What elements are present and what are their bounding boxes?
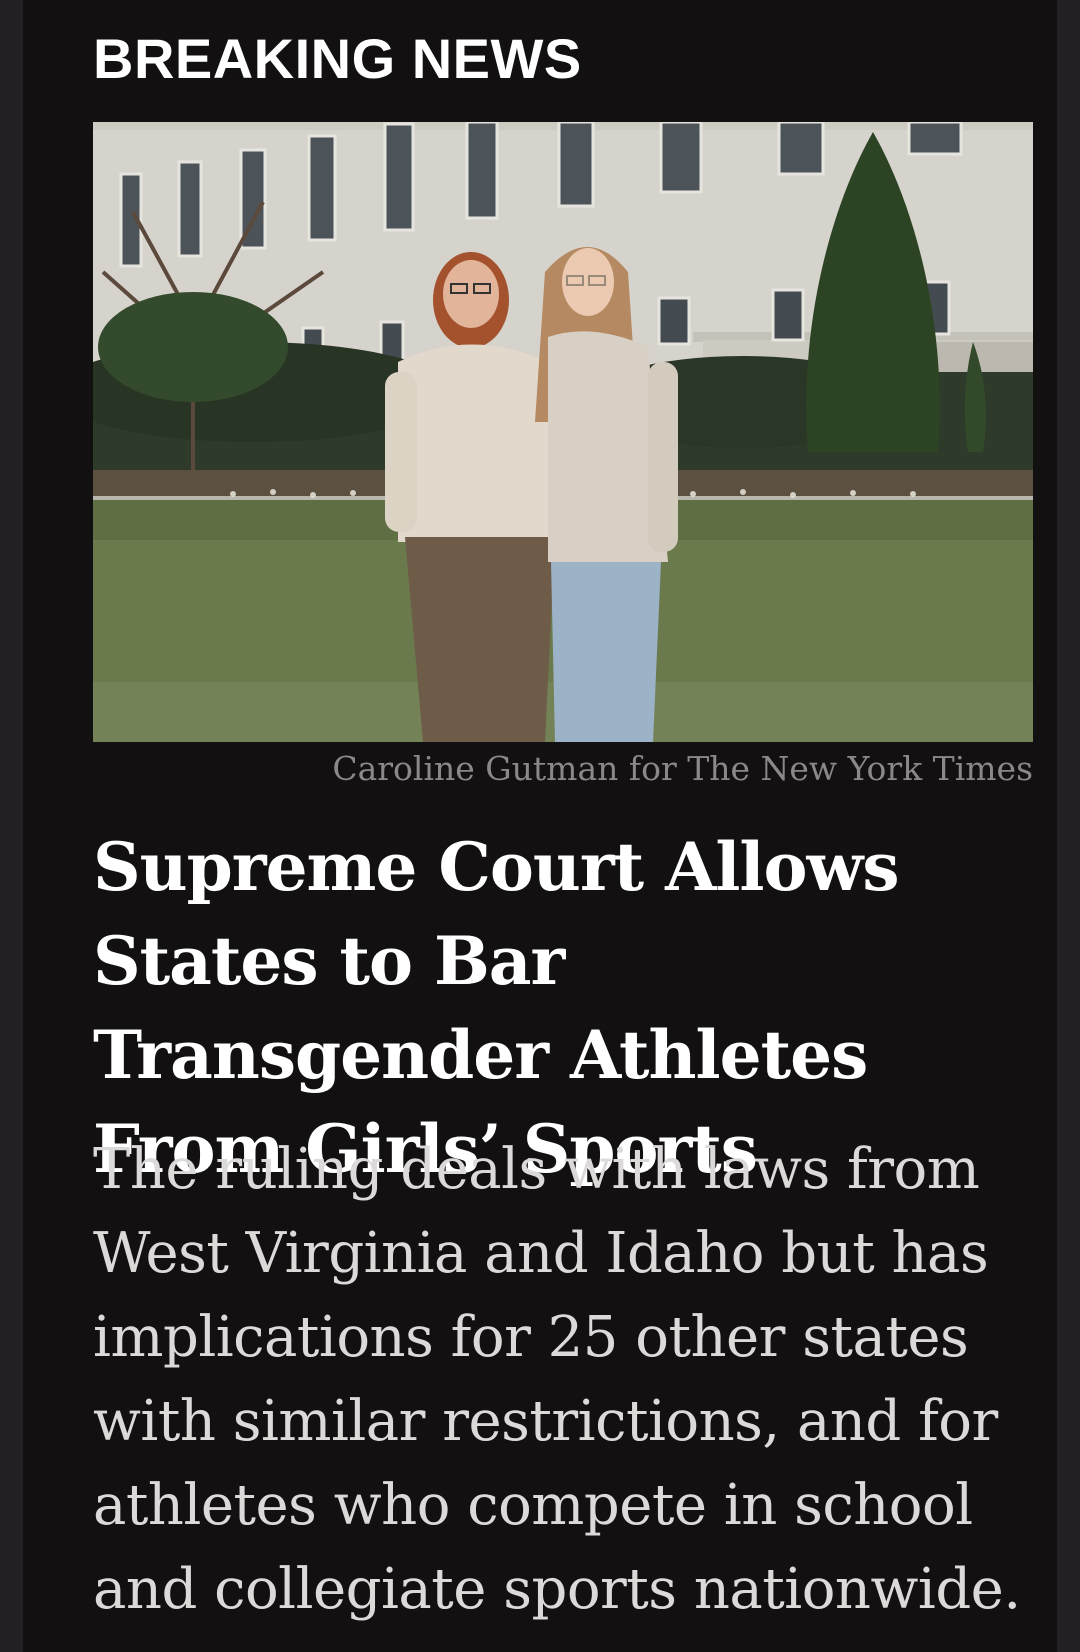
news-page: BREAKING NEWS Caroline Gutman for The Ne… (23, 0, 1057, 1652)
photo-credit: Caroline Gutman for The New York Times (332, 749, 1033, 788)
article-card[interactable]: BREAKING NEWS Caroline Gutman for The Ne… (93, 0, 1033, 1652)
article-photo[interactable] (93, 122, 1033, 742)
breaking-news-label: BREAKING NEWS (93, 27, 582, 90)
article-summary: The ruling deals with laws from West Vir… (93, 1137, 1021, 1622)
